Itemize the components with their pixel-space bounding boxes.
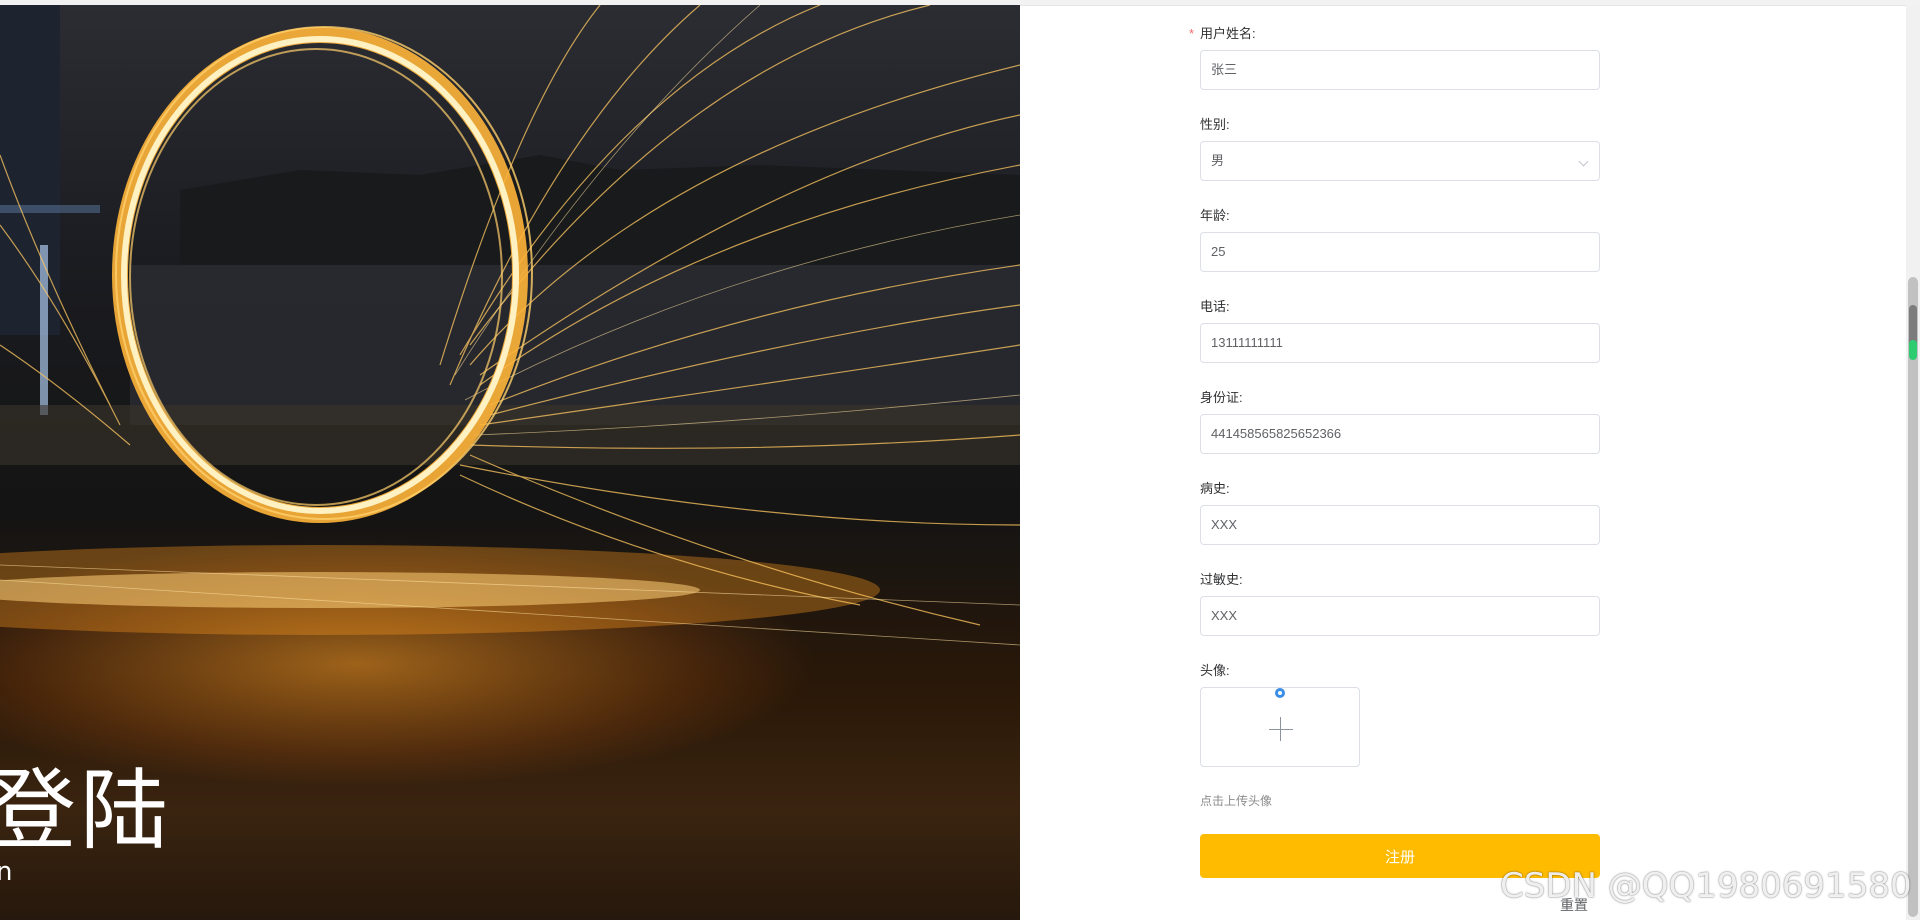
avatar-label: 头像: [1200,663,1230,678]
gender-select-value: 男 [1211,153,1225,168]
avatar-upload-box[interactable] [1200,687,1360,767]
id-card-input[interactable]: 441458565825652366 [1200,414,1600,454]
allergy-history-label: 过敏史: [1200,572,1243,587]
plus-icon [1269,729,1293,730]
gender-select[interactable]: 男 [1200,141,1600,181]
phone-input[interactable]: 13111111111 [1200,323,1600,363]
required-mark: * [1189,26,1195,41]
name-label-text: 用户姓名: [1200,26,1256,41]
scrollbar-thumb[interactable] [1908,277,1918,917]
hero-title: 登陆 [0,759,173,862]
phone-label: 电话: [1200,299,1230,314]
chevron-down-icon [1578,156,1589,167]
scrollbar[interactable] [1906,5,1920,920]
watermark: CSDN @QQ1980691580 [1500,866,1912,906]
scrollbar-highlight [1909,340,1917,360]
hero-image: 登陆 n [0,5,1020,920]
name-input[interactable]: 张三 [1200,50,1600,90]
cursor-indicator-icon [1275,688,1285,698]
hero-subtitle: n [0,857,13,887]
id-card-label: 身份证: [1200,390,1243,405]
medical-history-label: 病史: [1200,481,1230,496]
avatar-hint: 点击上传头像 [1200,794,1273,808]
plus-icon-vertical [1280,717,1281,741]
allergy-history-input[interactable]: XXX [1200,596,1600,636]
medical-history-input[interactable]: XXX [1200,505,1600,545]
gender-label: 性别: [1200,117,1230,132]
age-input[interactable]: 25 [1200,232,1600,272]
name-label: * 用户姓名: [1189,25,1256,43]
age-label: 年龄: [1200,208,1230,223]
